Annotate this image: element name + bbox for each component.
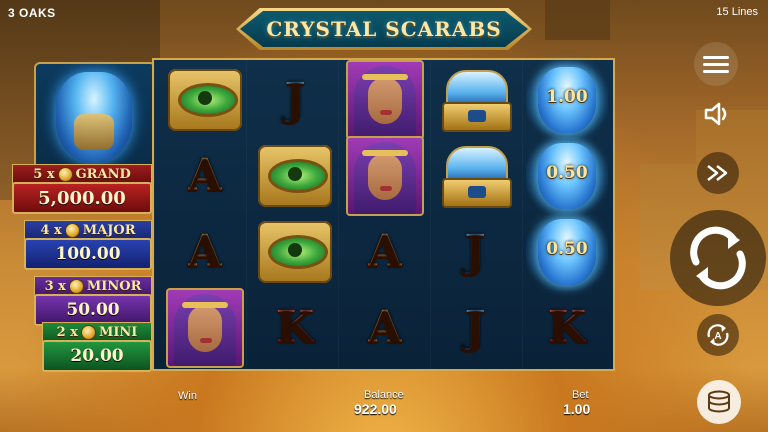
reel-cell: J <box>430 214 520 290</box>
jackpot-major-multiplier: 4 x <box>40 222 62 238</box>
eye-of-horus-icon <box>168 69 242 131</box>
jackpot-major-name: MAJOR <box>82 222 136 238</box>
reel-cell: 1.00 <box>522 61 612 139</box>
symbol-a: A <box>187 150 223 201</box>
balance-value: 922.00 <box>354 401 397 417</box>
spin-button[interactable] <box>670 210 766 306</box>
queen-icon <box>166 288 244 368</box>
game-title: CRYSTAL SCARABS <box>266 17 502 41</box>
reel-grid: A A J K A A J J 1.00 0.50 0.50 K <box>152 58 615 371</box>
coin-icon <box>80 324 96 340</box>
queen-icon <box>346 136 424 216</box>
sound-button[interactable] <box>700 96 736 132</box>
reel-cell: A <box>340 290 430 366</box>
reel-cell <box>340 60 430 140</box>
reel-cell <box>340 136 430 216</box>
jackpot-minor-name: MINOR <box>86 278 142 294</box>
coin-icon <box>57 166 73 182</box>
fast-forward-icon <box>707 165 728 181</box>
scarab-prize-symbol: 0.50 <box>526 213 608 291</box>
symbol-j: J <box>464 226 486 277</box>
bet-value[interactable]: 1.00 <box>563 401 590 417</box>
coins-icon <box>708 390 730 413</box>
jackpot-grand-multiplier: 5 x <box>33 166 55 182</box>
crown-icon <box>438 144 512 208</box>
reel-cell: 0.50 <box>522 213 612 291</box>
symbol-j: J <box>284 74 306 125</box>
jackpot-minor: 3 x MINOR 50.00 <box>34 276 152 326</box>
jackpot-grand-value: 5,000.00 <box>12 182 152 214</box>
reel-cell: A <box>340 214 430 290</box>
reel-cell <box>250 214 340 290</box>
jackpot-mini-value: 20.00 <box>42 340 152 372</box>
reel-cell: K <box>250 290 340 366</box>
lines-count: 15 Lines <box>716 6 758 18</box>
scarab-prize-symbol: 1.00 <box>526 61 608 139</box>
reel-cell <box>160 62 250 138</box>
bet-label: Bet <box>572 389 589 401</box>
jackpot-major: 4 x MAJOR 100.00 <box>24 220 152 270</box>
jackpot-panel: 5 x GRAND 5,000.00 4 x MAJOR 100.00 3 x … <box>12 60 156 372</box>
reel-cell: K <box>522 290 612 366</box>
jackpot-minor-multiplier: 3 x <box>44 278 66 294</box>
reel-cell <box>430 62 520 138</box>
jackpot-major-value: 100.00 <box>24 238 152 270</box>
jackpot-mini-name: MINI <box>98 324 138 340</box>
scarab-prize-symbol: 0.50 <box>526 137 608 215</box>
jackpot-scarab-icon <box>34 62 156 171</box>
win-label: Win <box>178 390 197 402</box>
balance-label: Balance <box>364 389 404 401</box>
jackpot-grand: 5 x GRAND 5,000.00 <box>12 164 152 214</box>
bet-settings-button[interactable] <box>697 380 741 424</box>
symbol-a: A <box>367 302 403 353</box>
background-tower <box>545 0 610 40</box>
symbol-a: A <box>187 226 223 277</box>
coin-icon <box>64 222 80 238</box>
menu-button[interactable] <box>694 42 738 86</box>
speaker-icon <box>704 102 727 126</box>
reel-cell: A <box>160 138 250 214</box>
reel-cell <box>430 138 520 214</box>
scarab-value: 0.50 <box>546 163 588 183</box>
eye-of-horus-icon <box>258 221 332 283</box>
eye-of-horus-icon <box>258 145 332 207</box>
reel-cell <box>250 138 340 214</box>
crown-icon <box>438 68 512 132</box>
jackpot-grand-name: GRAND <box>75 166 131 182</box>
symbol-a: A <box>367 226 403 277</box>
reel-cell: J <box>250 62 340 138</box>
jackpot-mini-multiplier: 2 x <box>56 324 78 340</box>
coin-icon <box>68 278 84 294</box>
symbol-k: K <box>275 302 315 353</box>
reel-cell: A <box>160 214 250 290</box>
scarab-value: 1.00 <box>546 87 588 107</box>
turbo-button[interactable] <box>697 152 739 194</box>
reel-cell <box>160 288 250 368</box>
symbol-k: K <box>547 302 587 353</box>
studio-logo: 3 OAKS <box>8 6 56 20</box>
reel-cell: J <box>430 290 520 366</box>
jackpot-mini: 2 x MINI 20.00 <box>42 322 152 372</box>
scarab-value: 0.50 <box>546 239 588 259</box>
symbol-j: J <box>464 302 486 353</box>
autoplay-button[interactable]: A <box>697 314 739 356</box>
game-title-plate: CRYSTAL SCARABS <box>236 8 532 50</box>
spin-icon <box>690 226 746 290</box>
reel-cell: 0.50 <box>522 137 612 215</box>
autoplay-icon: A <box>707 324 729 346</box>
queen-icon <box>346 60 424 140</box>
menu-icon <box>703 52 729 77</box>
svg-text:A: A <box>714 331 721 342</box>
